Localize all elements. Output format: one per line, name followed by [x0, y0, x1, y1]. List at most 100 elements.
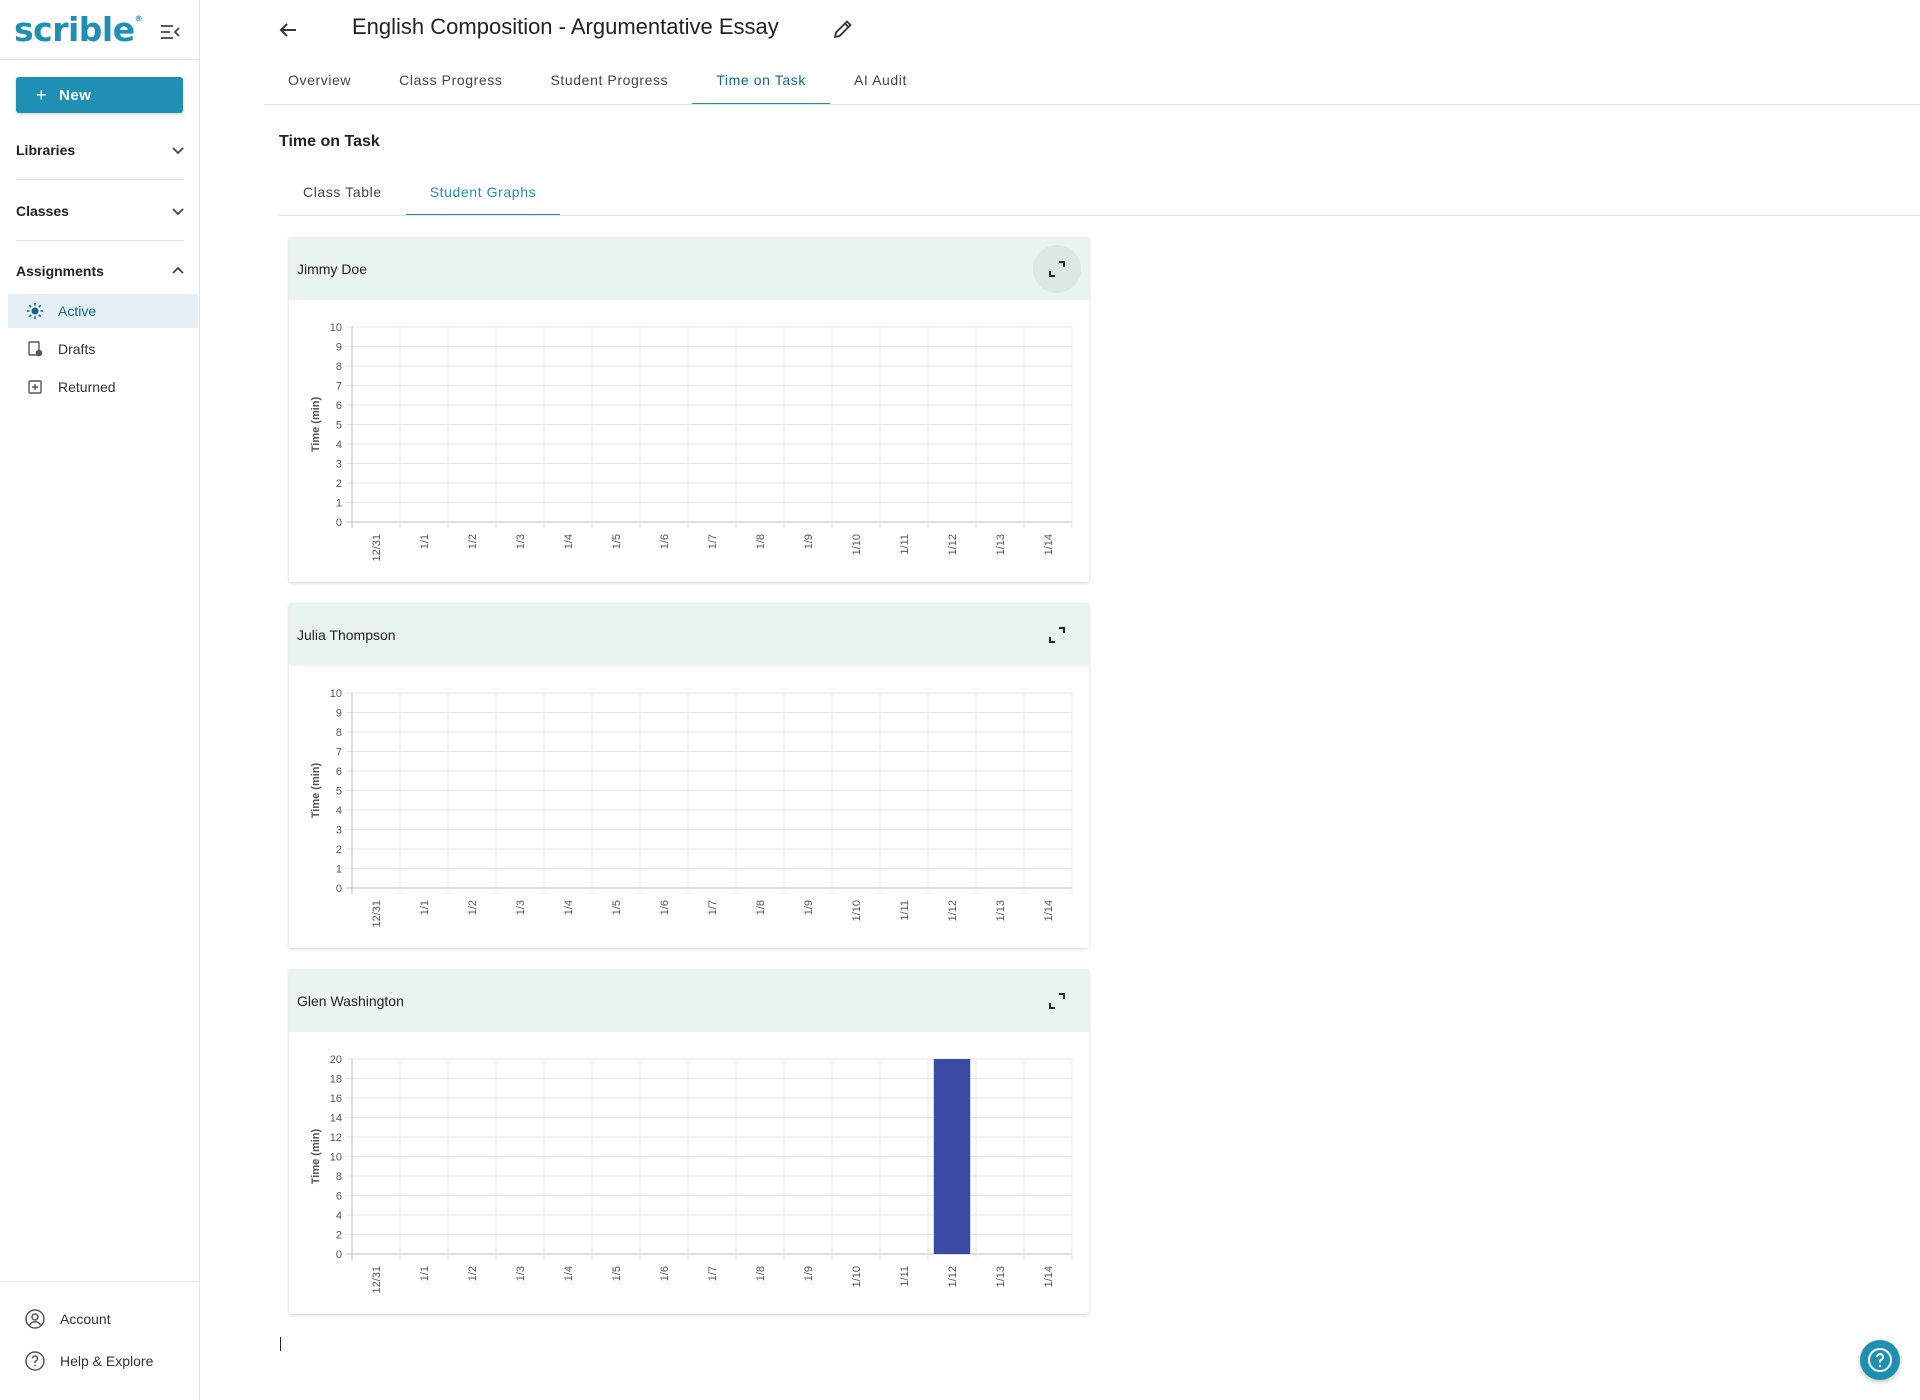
- x-tick-label: 1/10: [851, 534, 863, 555]
- y-tick-label: 3: [336, 459, 342, 471]
- y-tick-label: 5: [336, 420, 342, 432]
- x-tick-label: 1/14: [1043, 1266, 1055, 1287]
- sidebar-item-returned[interactable]: Returned: [8, 370, 198, 404]
- time-on-task-chart: 0 1 2 3 4 5 6 7 8 9 10 12/31 1/1 1/2 1/3 1/4 1/5 1/6 1/7 1/…: [310, 322, 1073, 562]
- x-tick-label: 1/8: [755, 1266, 767, 1281]
- y-axis-label: Time (min): [310, 762, 322, 818]
- libraries-section-toggle[interactable]: Libraries: [16, 132, 186, 168]
- y-tick-label: 4: [336, 805, 342, 817]
- account-icon: [25, 1309, 45, 1329]
- y-tick-label: 14: [330, 1113, 342, 1125]
- y-axis-label: Time (min): [310, 396, 322, 452]
- x-tick-label: 1/3: [515, 1266, 527, 1281]
- expand-button[interactable]: [1033, 611, 1081, 659]
- help-fab-button[interactable]: [1860, 1340, 1900, 1380]
- divider: [0, 1281, 199, 1282]
- tab-ai-audit[interactable]: AI Audit: [830, 60, 931, 105]
- libraries-label: Libraries: [16, 142, 76, 158]
- tab-student-graphs[interactable]: Student Graphs: [405, 176, 561, 216]
- help-icon: [25, 1351, 45, 1371]
- sidebar-item-active[interactable]: Active: [8, 294, 198, 328]
- chevron-up-icon: [172, 266, 184, 274]
- y-tick-label: 6: [336, 1191, 342, 1203]
- expand-icon: [1049, 261, 1065, 277]
- y-tick-label: 4: [336, 1210, 342, 1222]
- x-tick-label: 1/11: [899, 534, 911, 555]
- y-tick-label: 5: [336, 786, 342, 798]
- sidebar-item-label: Active: [58, 303, 97, 319]
- y-tick-label: 8: [336, 727, 342, 739]
- classes-label: Classes: [16, 203, 69, 219]
- tab-time-on-task[interactable]: Time on Task: [692, 60, 830, 105]
- x-tick-label: 1/3: [515, 534, 527, 549]
- x-tick-label: 1/1: [419, 1266, 431, 1281]
- x-tick-label: 1/2: [467, 1266, 479, 1281]
- help-explore-label: Help & Explore: [60, 1353, 154, 1369]
- new-button[interactable]: + New: [16, 77, 183, 113]
- student-name: Jimmy Doe: [297, 260, 368, 277]
- card-header: Glen Washington: [289, 969, 1089, 1032]
- x-tick-label: 12/31: [371, 1266, 383, 1294]
- edit-pencil-icon[interactable]: [830, 16, 856, 42]
- sub-tabs: Class Table Student Graphs: [279, 176, 561, 216]
- assignments-label: Assignments: [16, 263, 104, 279]
- help-explore-link[interactable]: Help & Explore: [24, 1347, 153, 1375]
- x-tick-label: 1/11: [899, 900, 911, 921]
- y-tick-label: 18: [330, 1074, 342, 1086]
- divider: [279, 215, 1920, 216]
- tab-class-progress[interactable]: Class Progress: [375, 60, 526, 105]
- tab-student-progress[interactable]: Student Progress: [526, 60, 692, 105]
- sidebar-item-drafts[interactable]: Drafts: [8, 332, 198, 366]
- plus-icon: +: [36, 84, 48, 105]
- y-axis-label: Time (min): [310, 1128, 322, 1184]
- back-arrow-icon[interactable]: [274, 16, 302, 44]
- x-tick-label: 1/6: [659, 900, 671, 915]
- sidebar-item-label: Returned: [58, 379, 116, 395]
- y-tick-label: 10: [330, 322, 342, 334]
- logo-text: scrible: [14, 10, 135, 49]
- x-tick-label: 1/1: [419, 534, 431, 549]
- tab-overview[interactable]: Overview: [264, 60, 375, 105]
- help-icon: [1868, 1348, 1892, 1372]
- y-tick-label: 9: [336, 342, 342, 354]
- x-tick-label: 1/1: [419, 900, 431, 915]
- time-on-task-chart: 0 2 4 6 8 10 12 14 16 18 20 12/31 1/1 1/2 1/3 1/4 1/5 1/6…: [310, 1054, 1073, 1294]
- student-name: Julia Thompson: [297, 626, 396, 643]
- y-tick-label: 0: [336, 883, 342, 895]
- x-tick-label: 1/13: [995, 534, 1007, 555]
- y-tick-label: 10: [330, 1152, 342, 1164]
- draft-icon: [26, 340, 44, 358]
- sidebar-item-label: Drafts: [58, 341, 96, 357]
- x-tick-label: 1/4: [563, 534, 575, 549]
- bar: [933, 1059, 971, 1254]
- x-tick-label: 1/5: [611, 534, 623, 549]
- x-tick-label: 1/7: [707, 534, 719, 549]
- x-tick-label: 1/10: [851, 1266, 863, 1287]
- expand-icon: [1049, 627, 1065, 643]
- main-tabs: Overview Class Progress Student Progress…: [264, 60, 931, 105]
- text-caret: [280, 1337, 281, 1351]
- chevron-down-icon: [172, 208, 184, 216]
- x-tick-label: 1/13: [995, 900, 1007, 921]
- y-tick-label: 12: [330, 1132, 342, 1144]
- tab-class-table[interactable]: Class Table: [279, 176, 406, 216]
- expand-button[interactable]: [1033, 977, 1081, 1025]
- expand-icon: [1049, 993, 1065, 1009]
- y-tick-label: 7: [336, 381, 342, 393]
- expand-button[interactable]: [1033, 245, 1081, 293]
- scrible-logo[interactable]: scrible®: [14, 10, 143, 49]
- sun-icon: [26, 302, 44, 320]
- page-title: English Composition - Argumentative Essa…: [352, 14, 779, 39]
- assignments-section-toggle[interactable]: Assignments: [16, 253, 186, 289]
- card-header: Julia Thompson: [289, 603, 1089, 666]
- y-tick-label: 6: [336, 400, 342, 412]
- x-tick-label: 1/11: [899, 1266, 911, 1287]
- y-tick-label: 2: [336, 1230, 342, 1242]
- collapse-sidebar-icon[interactable]: [158, 20, 182, 44]
- account-link[interactable]: Account: [24, 1305, 111, 1333]
- x-tick-label: 1/6: [659, 1266, 671, 1281]
- classes-section-toggle[interactable]: Classes: [16, 193, 186, 229]
- y-tick-label: 7: [336, 747, 342, 759]
- sidebar: scrible® + New Libraries Classes Assignm…: [0, 0, 200, 1400]
- x-tick-label: 1/9: [803, 900, 815, 915]
